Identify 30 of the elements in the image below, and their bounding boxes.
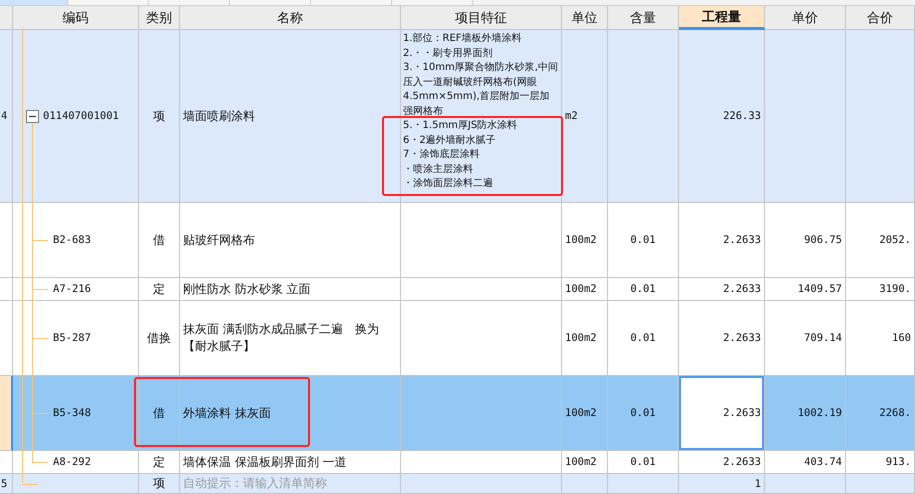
feature-line: 2.・・刷专用界面剂	[403, 46, 494, 60]
code-text: A7-216	[53, 283, 91, 295]
table-row[interactable]: B2-683 借 贴玻纤网格布 100m2 0.01 2.2633 906.75 2052.	[0, 203, 915, 278]
table-cell: 2.2633	[679, 376, 765, 451]
table-row[interactable]: A8-292 定 墙体保温 保温板刷界面剂 一道 100m2 0.01 2.2633 403.74 913.	[0, 451, 915, 474]
feature-line: 7・涂饰底层涂料	[403, 148, 480, 162]
tab[interactable]	[0, 0, 68, 5]
collapse-button[interactable]	[26, 110, 39, 123]
row-number: 5	[0, 474, 13, 494]
table-row[interactable]: 5 项 自动提示：请输入清单简称 1	[0, 474, 915, 494]
code-text: A8-292	[53, 456, 91, 468]
row-number: 4	[0, 30, 13, 203]
table-row[interactable]: A7-216 定 刚性防水 防水砂浆 立面 100m2 0.01 2.2633 1409.57 3190.	[0, 278, 915, 301]
feature-line: 6・2遍外墙耐水腻子	[403, 134, 497, 148]
code-text: B2-683	[53, 234, 91, 246]
code-text: B5-287	[53, 332, 91, 344]
feature-line: 1.部位：REF墙板外墙涂料	[403, 32, 523, 46]
feature-line: ・喷涂主层涂料	[403, 162, 474, 176]
code-text: B5-348	[53, 407, 91, 419]
code-text: 011407001001	[43, 110, 119, 122]
feature-line: 5.・1.5mm厚JS防水涂料	[403, 119, 518, 133]
table-row[interactable]: 4 011407001001 项 墙面喷刷涂料 1.部位：REF墙板外墙涂料 2.・・刷专用界面剂 3.・10mm厚聚合物防水砂浆,中间压入一道耐碱玻纤网格布(网眼 4.5mm×5mm),首层附加一层加强网格布 5.・1.5mm厚JS防水涂料 6・2遍外墙耐水腻子 7・涂饰底层涂料 ・喷涂主层涂料 ・涂饰面层涂料二遍 m2 226.33	[0, 30, 915, 203]
feature-line: 3.・10mm厚聚合物防水砂浆,中间压入一道耐碱玻纤网格布(网眼	[403, 61, 559, 90]
column-header[interactable]: 工程量	[679, 6, 765, 30]
table-cell: 1	[679, 474, 765, 494]
feature-line: 4.5mm×5mm),首层附加一层加强网格布	[403, 90, 551, 118]
table-row[interactable]: B5-348 借 外墙涂料 抹灰面 100m2 0.01 2.2633 1002.19 2268.	[0, 376, 915, 451]
name-hint: 自动提示：请输入清单简称	[180, 474, 401, 494]
table-cell: 项	[139, 474, 180, 494]
feature-line: ・涂饰面层涂料二遍	[403, 177, 494, 191]
